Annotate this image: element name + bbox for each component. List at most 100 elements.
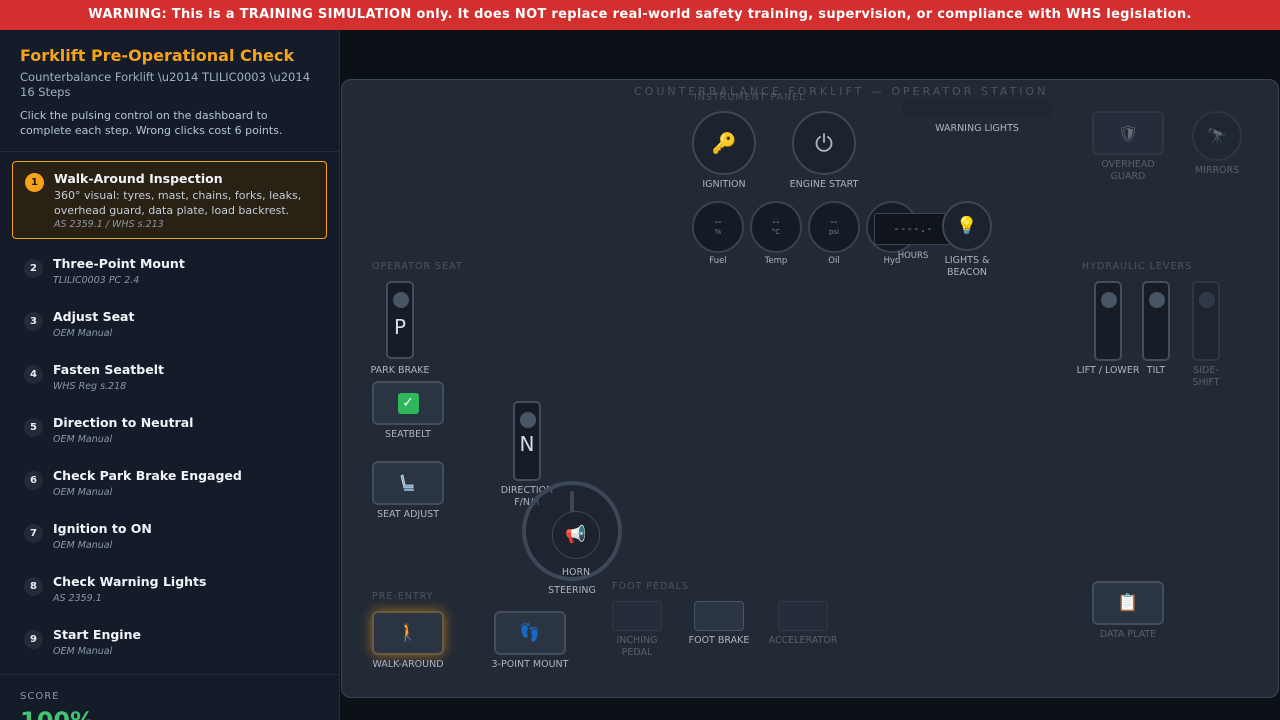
temp-gauge-label: Temp — [764, 256, 788, 266]
lights-beacon-button[interactable]: 💡 — [942, 201, 992, 251]
data-plate-label: DATA PLATE — [1099, 629, 1157, 640]
step-item-direction-neutral[interactable]: 5 Direction to Neutral OEM Manual — [12, 406, 327, 459]
clipboard-icon: 📋 — [1117, 593, 1139, 613]
temp-gauge: -- °C — [750, 201, 802, 253]
seatbelt-button[interactable]: ✓ — [372, 381, 444, 425]
engine-start-label: ENGINE START — [789, 179, 859, 190]
shield-icon: 🛡 — [1117, 123, 1139, 143]
accelerator-label: ACCELERATOR — [768, 635, 838, 646]
score-label: SCORE — [20, 691, 60, 702]
ignition-button[interactable]: 🔑 — [692, 111, 756, 175]
step-item-walk-around[interactable]: 1 Walk-Around Inspection 360° visual: ty… — [12, 161, 327, 239]
steering-spoke — [570, 491, 574, 513]
step-name: Direction to Neutral — [53, 415, 194, 430]
steering-label: STEERING — [548, 585, 596, 596]
inching-pedal[interactable] — [612, 601, 662, 631]
fuel-gauge: -- % — [692, 201, 744, 253]
inching-pedal-label: INCHING PEDAL — [616, 635, 658, 658]
step-number: 3 — [24, 312, 43, 331]
mirrors-button[interactable]: 🔭 — [1192, 111, 1242, 161]
telescope-icon: 🔭 — [1207, 126, 1227, 146]
engine-start-button[interactable] — [792, 111, 856, 175]
step-reference: OEM Manual — [53, 328, 113, 339]
step-number: 9 — [24, 630, 43, 649]
park-brake-label: PARK BRAKE — [370, 365, 430, 376]
step-name: Check Park Brake Engaged — [53, 468, 242, 483]
warning-lights-label: WARNING LIGHTS — [935, 123, 1019, 134]
walk-around-button[interactable]: 🚶 — [372, 611, 444, 655]
direction-letter: N — [519, 432, 535, 456]
overhead-guard-label: OVERHEAD GUARD — [1101, 159, 1155, 182]
light-bulb-icon: 💡 — [956, 216, 978, 236]
steering-wheel[interactable]: 📢 HORN — [522, 481, 622, 581]
section-hydraulic-levers: HYDRAULIC LEVERS — [1082, 261, 1193, 272]
seat-icon — [400, 474, 414, 491]
seat-adjust-button[interactable] — [372, 461, 444, 505]
step-reference: WHS Reg s.218 — [53, 381, 127, 392]
step-number: 7 — [24, 524, 43, 543]
oil-gauge: -- psi — [808, 201, 860, 253]
gauge-value: -- — [714, 217, 722, 228]
walk-around-label: WALK-AROUND — [372, 659, 444, 670]
direction-lever[interactable]: N — [513, 401, 541, 481]
horn-button[interactable]: 📢 — [552, 511, 600, 559]
foot-brake-label: FOOT BRAKE — [688, 635, 750, 646]
step-item-adjust-seat[interactable]: 3 Adjust Seat OEM Manual — [12, 300, 327, 353]
data-plate-button[interactable]: 📋 — [1092, 581, 1164, 625]
lever-knob — [1149, 292, 1165, 308]
gauge-unit: °C — [771, 228, 781, 236]
steps-sidebar: Forklift Pre-Operational Check Counterba… — [0, 30, 340, 720]
step-item-three-point-mount[interactable]: 2 Three-Point Mount TLILIC0003 PC 2.4 — [12, 247, 327, 300]
step-number: 2 — [24, 259, 43, 278]
gauge-unit: psi — [828, 228, 840, 236]
lever-knob — [1199, 292, 1215, 308]
section-pre-entry: PRE-ENTRY — [372, 591, 434, 602]
lever-knob — [393, 292, 409, 308]
step-number: 1 — [25, 173, 44, 192]
key-icon: 🔑 — [711, 131, 737, 155]
tilt-lever[interactable] — [1142, 281, 1170, 361]
step-item-park-brake[interactable]: 6 Check Park Brake Engaged OEM Manual — [12, 459, 327, 512]
power-icon — [815, 133, 833, 152]
accelerator-pedal[interactable] — [778, 601, 828, 631]
step-reference: AS 2359.1 / WHS s.213 — [54, 219, 164, 230]
seatbelt-label: SEATBELT — [385, 429, 431, 440]
step-item-ignition-on[interactable]: 7 Ignition to ON OEM Manual — [12, 512, 327, 565]
park-letter: P — [393, 315, 407, 339]
step-number: 4 — [24, 365, 43, 384]
sidebar-instructions: Click the pulsing control on the dashboa… — [20, 109, 283, 137]
step-name: Walk-Around Inspection — [54, 171, 223, 186]
tilt-label: TILT — [1146, 365, 1166, 376]
section-foot-pedals: FOOT PEDALS — [612, 581, 689, 592]
park-brake-lever[interactable]: P — [386, 281, 414, 359]
step-name: Check Warning Lights — [53, 574, 207, 589]
step-name: Fasten Seatbelt — [53, 362, 164, 377]
step-reference: OEM Manual — [53, 540, 113, 551]
step-item-start-engine[interactable]: 9 Start Engine OEM Manual — [12, 618, 327, 671]
score-area: SCORE 100% — [0, 674, 339, 720]
step-detail: 360° visual: tyres, mast, chains, forks,… — [54, 189, 302, 217]
step-reference: OEM Manual — [53, 646, 113, 657]
sidebar-subtitle: Counterbalance Forklift \u2014 TLILIC000… — [20, 70, 311, 99]
step-item-warning-lights[interactable]: 8 Check Warning Lights AS 2359.1 — [12, 565, 327, 618]
step-reference: OEM Manual — [53, 487, 113, 498]
training-warning-banner: WARNING: This is a TRAINING SIMULATION o… — [0, 0, 1280, 30]
step-reference: OEM Manual — [53, 434, 113, 445]
walking-person-icon: 🚶 — [397, 623, 419, 643]
foot-brake-pedal[interactable] — [694, 601, 744, 631]
warning-lights-strip[interactable] — [902, 100, 1052, 118]
side-shift-lever[interactable] — [1192, 281, 1220, 361]
hours-meter: ----.- — [874, 213, 952, 245]
sidebar-title: Forklift Pre-Operational Check — [20, 46, 295, 65]
step-name: Start Engine — [53, 627, 141, 642]
overhead-guard-button[interactable]: 🛡 — [1092, 111, 1164, 155]
mirrors-label: MIRRORS — [1194, 165, 1240, 176]
step-number: 5 — [24, 418, 43, 437]
lights-beacon-label: LIGHTS & BEACON — [944, 255, 990, 278]
side-shift-label: SIDE-SHIFT — [1192, 365, 1220, 388]
step-name: Adjust Seat — [53, 309, 135, 324]
lift-lower-lever[interactable] — [1094, 281, 1122, 361]
step-item-fasten-seatbelt[interactable]: 4 Fasten Seatbelt WHS Reg s.218 — [12, 353, 327, 406]
three-point-mount-button[interactable]: 👣 — [494, 611, 566, 655]
section-instrument-panel: INSTRUMENT PANEL — [694, 92, 806, 103]
